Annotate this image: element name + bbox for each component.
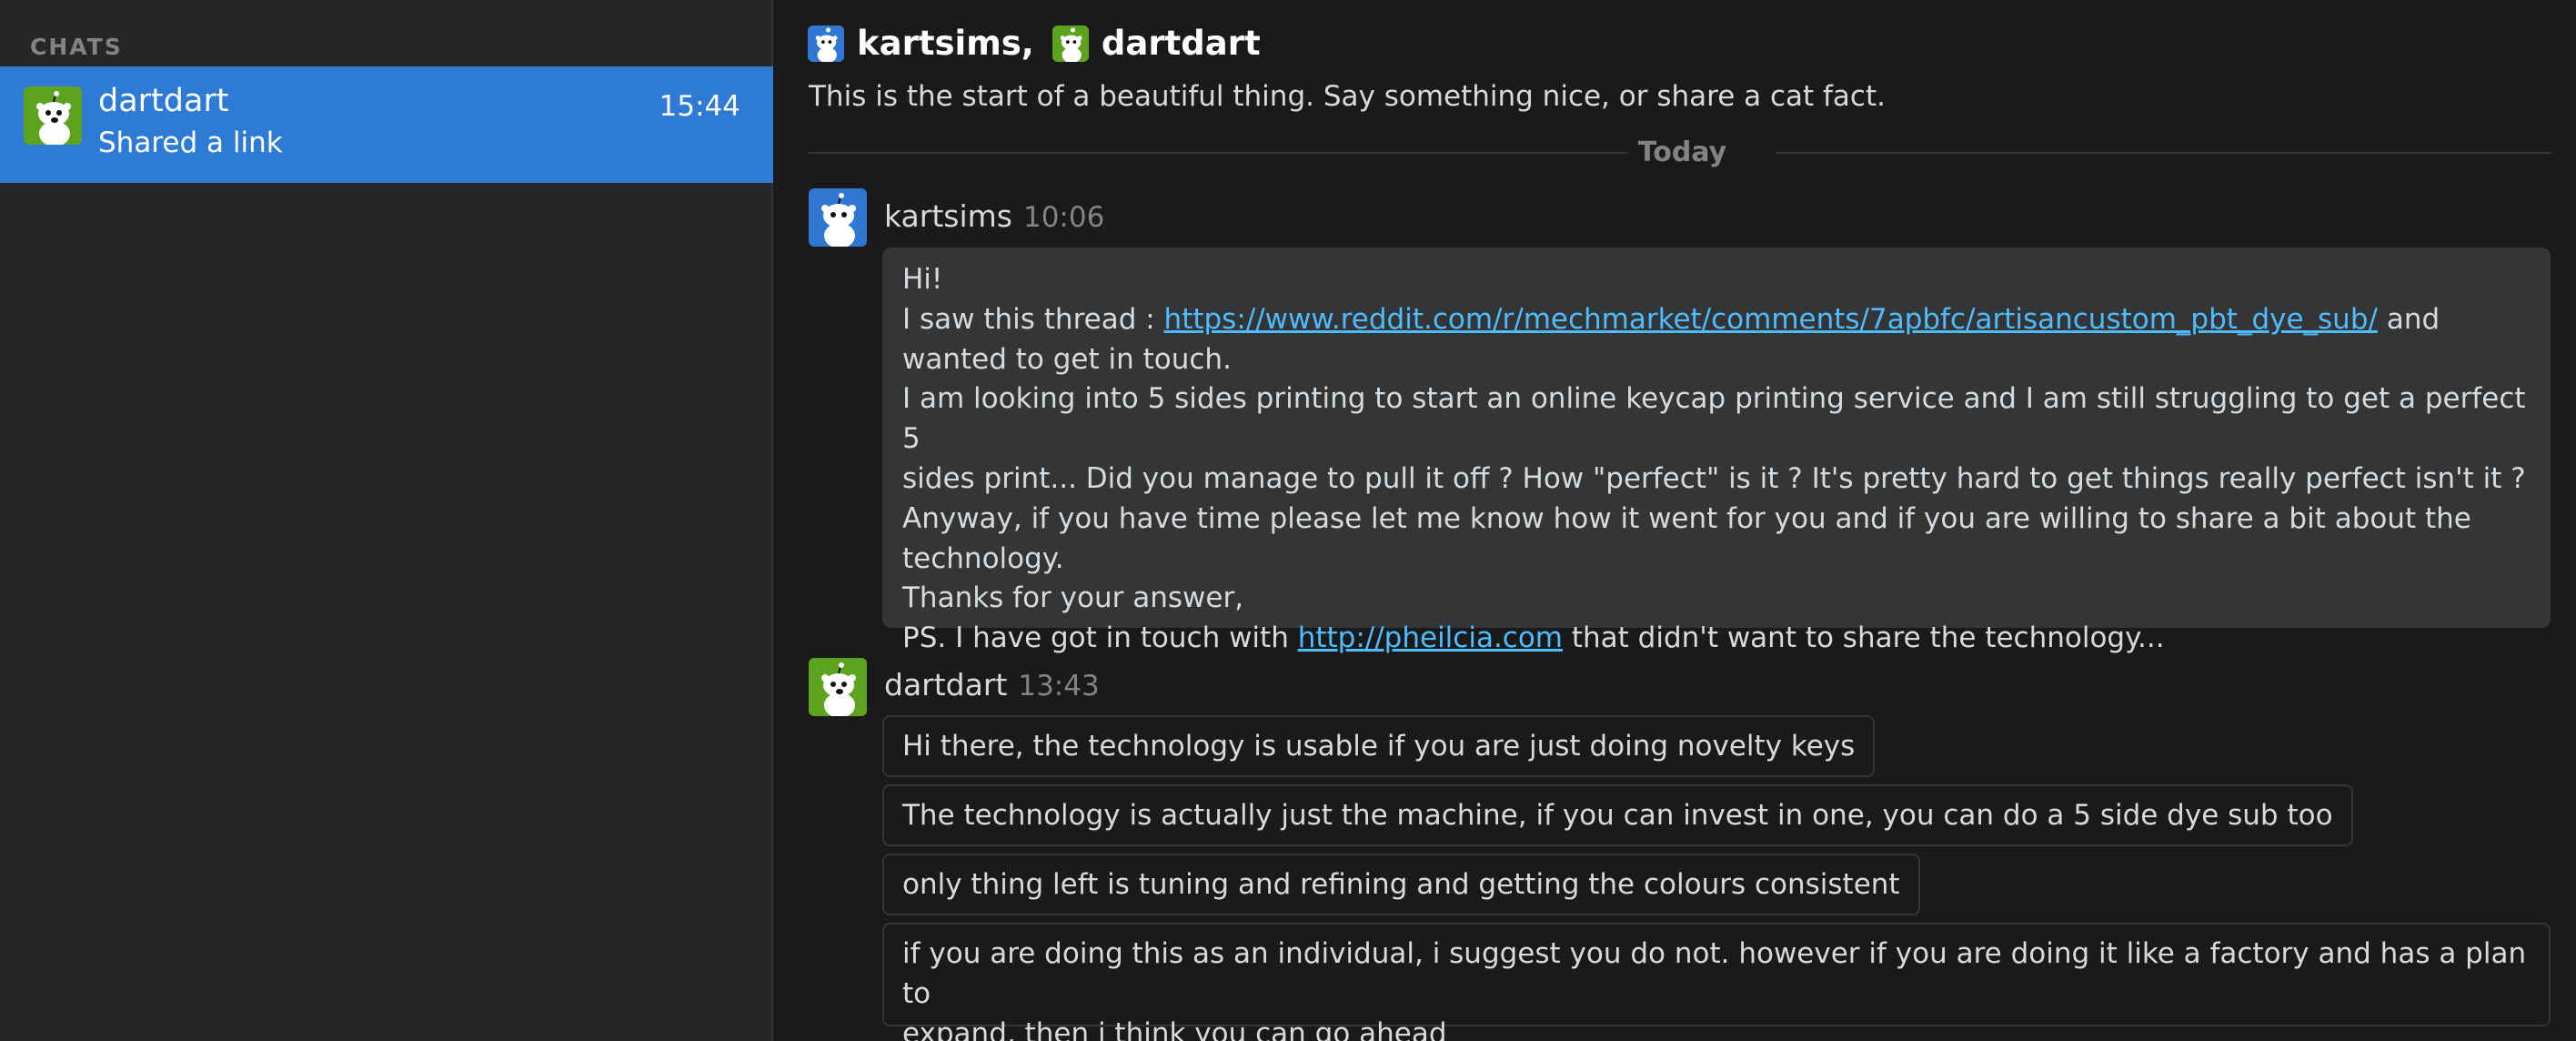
message-bubble: Hi! I saw this thread : https://www.redd… bbox=[882, 248, 2551, 654]
message-bubble: Hi there, the technology is usable if yo… bbox=[882, 715, 1876, 777]
participant-name[interactable]: dartdart bbox=[1102, 24, 1261, 63]
message-line: sides print... Did you manage to pull it… bbox=[902, 461, 2526, 495]
message-line: Thanks for your answer, bbox=[902, 581, 1244, 615]
message-time: 10:06 bbox=[1022, 201, 1105, 234]
pheilcia-link[interactable]: http://pheilcia.com bbox=[1298, 622, 1563, 654]
message-line: if you are doing this as an individual, … bbox=[902, 937, 2527, 1010]
chat-name: dartdart bbox=[98, 83, 229, 119]
message-text: I saw this thread : bbox=[902, 302, 1164, 336]
chat-preview: Shared a link bbox=[98, 126, 283, 159]
snoo-avatar-icon[interactable] bbox=[809, 188, 867, 247]
chats-heading: CHATS bbox=[30, 34, 123, 60]
message-line: wanted to get in touch. bbox=[902, 342, 1232, 376]
message-line: PS. I have got in touch with http://phei… bbox=[902, 619, 2531, 659]
conversation-header: kartsims, dartdart bbox=[808, 24, 1279, 63]
snoo-avatar-icon bbox=[808, 25, 844, 62]
message-bubble: The technology is actually just the mach… bbox=[882, 784, 2353, 846]
message-line: I am looking into 5 sides printing to st… bbox=[902, 382, 2526, 456]
message-time: 13:43 bbox=[1018, 670, 1100, 702]
message-text: PS. I have got in touch with bbox=[902, 622, 1298, 655]
message-line: Hi! bbox=[902, 263, 943, 296]
chat-sidebar: CHATS dartdart 15:44 Shared a link bbox=[0, 0, 773, 1041]
snoo-avatar-icon bbox=[24, 86, 82, 145]
message-author-line: kartsims 10:06 bbox=[884, 198, 1104, 234]
chat-list-item-dartdart[interactable]: dartdart 15:44 Shared a link bbox=[0, 66, 773, 183]
message-bubble: if you are doing this as an individual, … bbox=[882, 923, 2551, 1041]
message-author-line: dartdart 13:43 bbox=[884, 667, 1100, 702]
snoo-avatar-icon[interactable] bbox=[809, 658, 867, 716]
divider-line bbox=[1776, 152, 2551, 154]
participant-name[interactable]: kartsims, bbox=[857, 24, 1034, 63]
snoo-avatar-icon bbox=[1052, 25, 1089, 62]
date-divider: Today bbox=[809, 136, 2551, 173]
message-line: I saw this thread : https://www.reddit.c… bbox=[902, 300, 2531, 340]
message-author[interactable]: dartdart bbox=[884, 667, 1007, 702]
message-text: and bbox=[2377, 302, 2440, 336]
message-bubble: only thing left is tuning and refining a… bbox=[882, 854, 1920, 915]
message-line: technology. bbox=[902, 541, 1064, 575]
conversation-panel: kartsims, dartdart This is the start of … bbox=[775, 0, 2576, 1041]
message-line: expand, then i think you can go ahead bbox=[902, 1017, 1447, 1041]
message-author[interactable]: kartsims bbox=[884, 198, 1012, 234]
message-line: Anyway, if you have time please let me k… bbox=[902, 501, 2471, 535]
message-text: that didn't want to share the technology… bbox=[1563, 622, 2165, 655]
conversation-intro: This is the start of a beautiful thing. … bbox=[809, 80, 1886, 113]
chat-time: 15:44 bbox=[659, 90, 740, 123]
thread-link[interactable]: https://www.reddit.com/r/mechmarket/comm… bbox=[1164, 303, 2378, 336]
